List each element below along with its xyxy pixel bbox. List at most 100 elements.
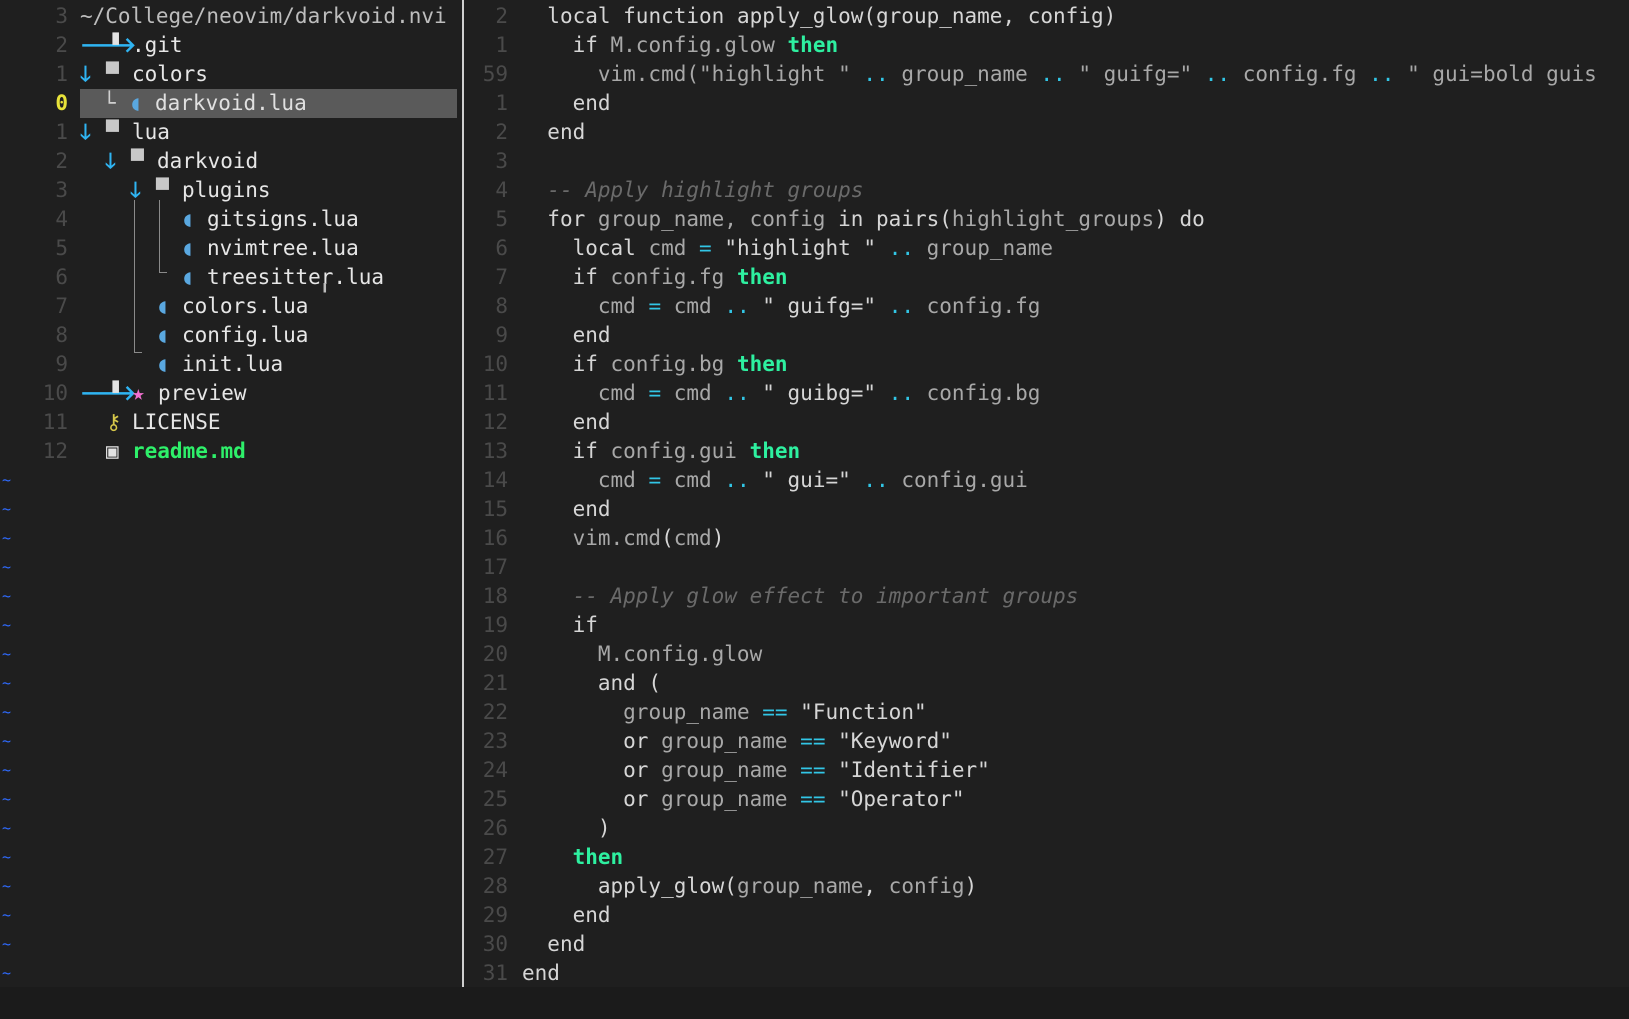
code-line[interactable]: 27 then: [464, 843, 1629, 872]
code-line[interactable]: 6 local cmd = "highlight " .. group_name: [464, 234, 1629, 263]
empty-line-tilde: ~: [2, 558, 12, 576]
tree-item-colors[interactable]: 1 🡓 ▀ colors: [0, 60, 462, 89]
code-line[interactable]: 29 end: [464, 901, 1629, 930]
code-line[interactable]: 1 end: [464, 89, 1629, 118]
tree-item-nvimtree-lua[interactable]: 5 ◖ nvimtree.lua: [0, 234, 462, 263]
code-line[interactable]: 28 apply_glow(group_name, config): [464, 872, 1629, 901]
tree-item-darkvoid[interactable]: 2 🡓 ▀ darkvoid: [0, 147, 462, 176]
tree-item-label: darkvoid: [157, 149, 259, 173]
code-line[interactable]: 22 group_name == "Function": [464, 698, 1629, 727]
tree-branch-icon: └: [103, 91, 116, 115]
tree-item-treesitter-lua[interactable]: 6 ◖ treesitter.lua: [0, 263, 462, 292]
tree-item-plugins[interactable]: 3 🡓 ▀ plugins: [0, 176, 462, 205]
line-number: 6: [55, 265, 68, 289]
code-token: if: [572, 439, 611, 463]
code-line[interactable]: 23 or group_name == "Keyword": [464, 727, 1629, 756]
expanded-arrow-icon[interactable]: 🡓: [80, 60, 106, 89]
code-text: cmd = cmd .. " guibg=" .. config.bg: [522, 379, 1041, 408]
lua-file-icon: ◖: [129, 91, 142, 115]
code-token: "Keyword": [825, 729, 952, 753]
code-line[interactable]: 1 if M.config.glow then: [464, 31, 1629, 60]
code-line[interactable]: 19 if: [464, 611, 1629, 640]
code-line[interactable]: 9 end: [464, 321, 1629, 350]
code-token: if: [572, 352, 611, 376]
code-line[interactable]: 16 vim.cmd(cmd): [464, 524, 1629, 553]
tree-item-preview[interactable]: 10 🡒▝ ★ preview: [0, 379, 462, 408]
indent-guide-line: [159, 200, 160, 272]
code-line[interactable]: 31 end: [464, 959, 1629, 987]
code-token: config: [888, 874, 965, 898]
tree-item-gitsigns-lua[interactable]: 4 ◖ gitsigns.lua: [0, 205, 462, 234]
tree-item-body: ◖ treesitter.lua: [80, 263, 384, 292]
tree-item-darkvoid-lua[interactable]: 0 └ ◖ darkvoid.lua: [0, 89, 462, 118]
code-line[interactable]: 20 M.config.glow: [464, 640, 1629, 669]
line-number: 12: [482, 410, 508, 434]
expanded-arrow-icon[interactable]: 🡓: [80, 118, 106, 147]
code-line[interactable]: 5 for group_name, config in pairs(highli…: [464, 205, 1629, 234]
empty-line-tilde: ~: [2, 732, 12, 750]
tree-item-body: ◖ init.lua: [80, 350, 283, 379]
code-line[interactable]: 3: [464, 147, 1629, 176]
code-line[interactable]: 7 if config.fg then: [464, 263, 1629, 292]
tree-root-path[interactable]: 3 ~/College/neovim/darkvoid.nvi: [0, 2, 462, 31]
line-number: 9: [495, 323, 508, 347]
code-token: config.fg: [610, 265, 737, 289]
code-text: end: [522, 408, 611, 437]
tree-item-init-lua[interactable]: 9 ◖ init.lua: [0, 350, 462, 379]
code-line[interactable]: 10 if config.bg then: [464, 350, 1629, 379]
code-line[interactable]: 13 if config.gui then: [464, 437, 1629, 466]
empty-line-tilde: ~: [2, 935, 12, 953]
tree-item-readme-md[interactable]: 12 ▣ readme.md: [0, 437, 462, 466]
collapsed-arrow-icon[interactable]: 🡒: [80, 379, 136, 408]
lua-file-icon: ◖: [181, 207, 194, 231]
code-line[interactable]: 26 ): [464, 814, 1629, 843]
line-number: 3: [495, 149, 508, 173]
code-line[interactable]: 12 end: [464, 408, 1629, 437]
code-line[interactable]: 2 end: [464, 118, 1629, 147]
code-line[interactable]: 8 cmd = cmd .. " guifg=" .. config.fg: [464, 292, 1629, 321]
code-line[interactable]: 24 or group_name == "Identifier": [464, 756, 1629, 785]
tree-item-body: 🡒▝ .git: [80, 31, 183, 60]
tree-item-license[interactable]: 11 ⚷ LICENSE: [0, 408, 462, 437]
code-line[interactable]: 15 end: [464, 495, 1629, 524]
code-token: config.gui: [610, 439, 750, 463]
empty-line-tilde: ~: [2, 645, 12, 663]
code-line[interactable]: 2 local function apply_glow(group_name, …: [464, 2, 1629, 31]
code-line[interactable]: 18 -- Apply glow effect to important gro…: [464, 582, 1629, 611]
expanded-arrow-icon[interactable]: 🡓: [105, 147, 131, 176]
code-line[interactable]: 14 cmd = cmd .. " gui=" .. config.gui: [464, 466, 1629, 495]
tree-item-label: lua: [132, 120, 170, 144]
code-text: if M.config.glow then: [522, 31, 839, 60]
tree-item-config-lua[interactable]: 8 ◖ config.lua: [0, 321, 462, 350]
code-token: in pairs(: [838, 207, 952, 231]
editor-pane[interactable]: 2 local function apply_glow(group_name, …: [464, 2, 1629, 987]
code-line[interactable]: 21 and (: [464, 669, 1629, 698]
code-line[interactable]: 59 vim.cmd("highlight " .. group_name ..…: [464, 60, 1629, 89]
code-token: cmd: [661, 294, 725, 318]
code-line[interactable]: 11 cmd = cmd .. " guibg=" .. config.bg: [464, 379, 1629, 408]
collapsed-arrow-icon[interactable]: 🡒: [80, 31, 136, 60]
code-line[interactable]: 30 end: [464, 930, 1629, 959]
code-line[interactable]: 4 -- Apply highlight groups: [464, 176, 1629, 205]
code-line[interactable]: 17: [464, 553, 1629, 582]
tree-item-lua[interactable]: 1 🡓 ▀ lua: [0, 118, 462, 147]
tree-item--git[interactable]: 2 🡒▝ .git: [0, 31, 462, 60]
file-tree-pane[interactable]: 3 ~/College/neovim/darkvoid.nvi 2 🡒▝ .git 1 🡓 ▀…: [0, 2, 462, 987]
command-line-area[interactable]: [0, 987, 1629, 1019]
line-number: 12: [42, 439, 68, 463]
tree-item-label: readme.md: [132, 439, 246, 463]
code-text: -- Apply glow effect to important groups: [522, 582, 1079, 611]
empty-line-tilde: ~: [2, 819, 12, 837]
code-token: group_name: [736, 874, 864, 898]
tree-item-colors-lua[interactable]: 7 ◖ colors.lua: [0, 292, 462, 321]
code-token: ==: [800, 787, 826, 811]
code-line[interactable]: 25 or group_name == "Operator": [464, 785, 1629, 814]
code-text: cmd = cmd .. " gui=" .. config.gui: [522, 466, 1028, 495]
markdown-icon: ▣: [106, 439, 119, 463]
indent-guide-line: [159, 272, 167, 273]
